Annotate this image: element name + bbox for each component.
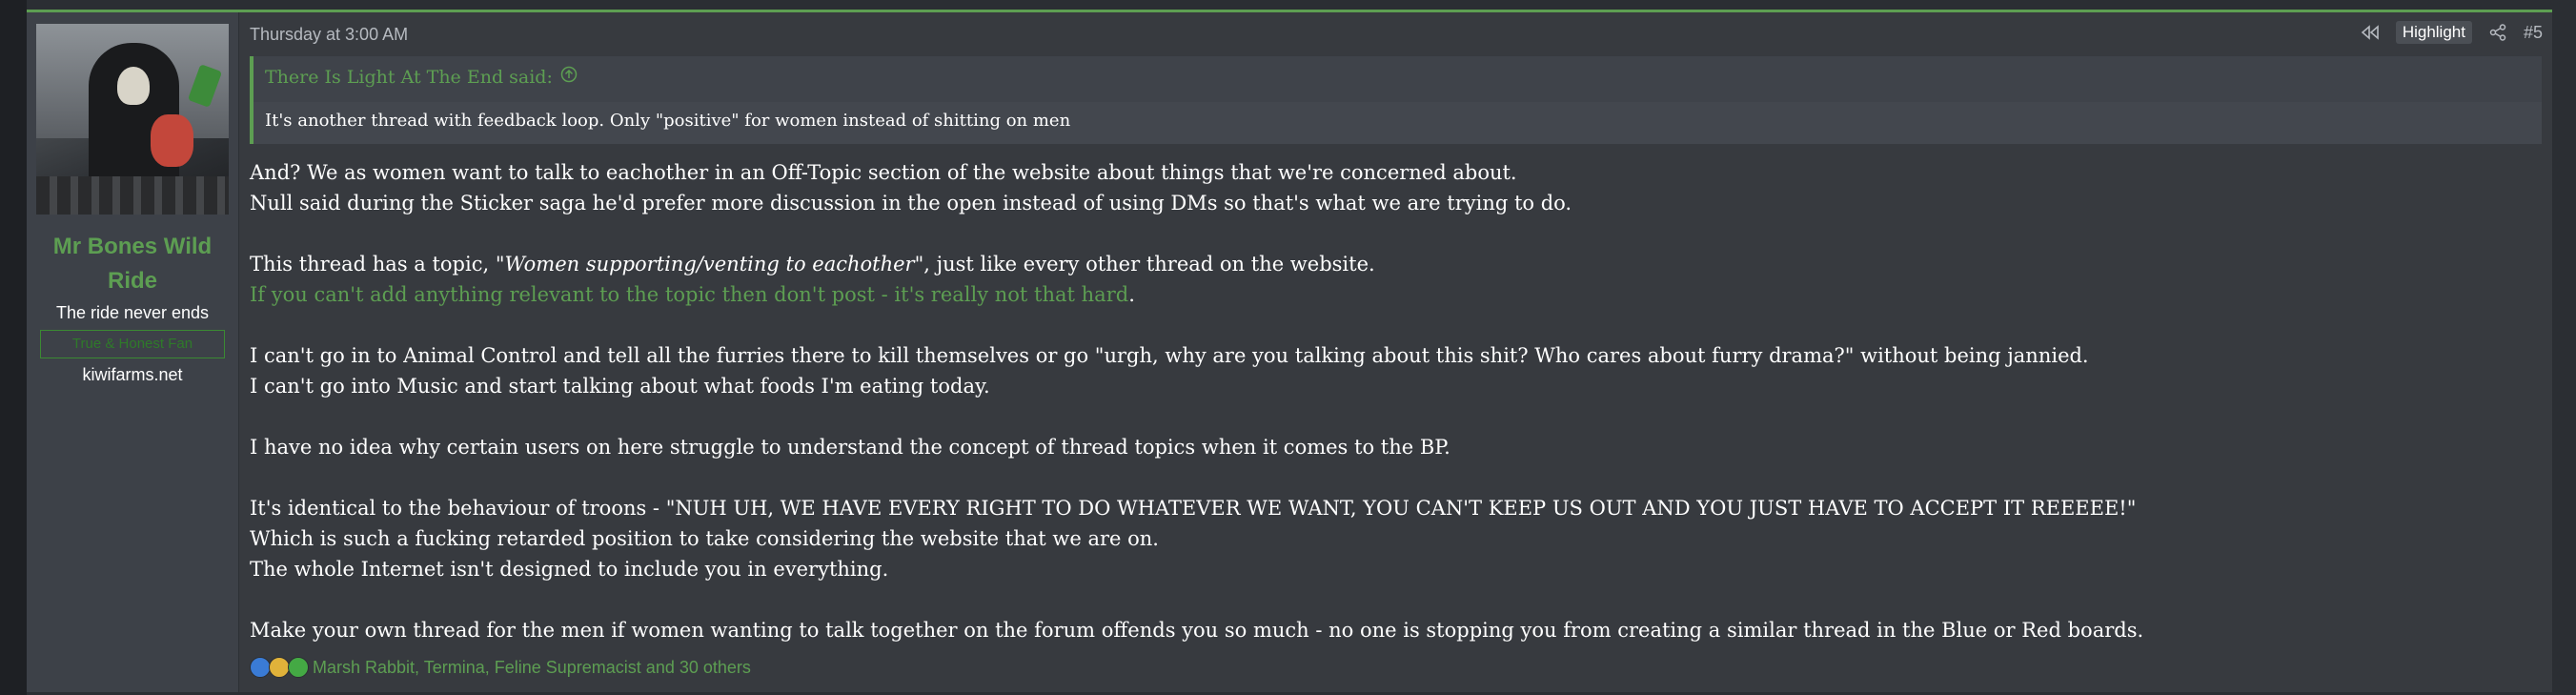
post-actions: Highlight #5 — [2360, 21, 2543, 44]
forum-post: Mr Bones Wild Ride The ride never ends T… — [27, 10, 2552, 692]
reactions-list-link[interactable]: Marsh Rabbit, Termina, Feline Supremacis… — [313, 658, 751, 678]
username[interactable]: Mr Bones Wild Ride — [27, 230, 238, 298]
arrow-up-circle-icon[interactable] — [560, 66, 578, 88]
post-number-link[interactable]: #5 — [2524, 23, 2543, 43]
message-line: I can't go in to Animal Control and tell… — [250, 344, 2089, 367]
user-title: The ride never ends — [55, 303, 210, 322]
quote-block: There Is Light At The End said: It's ano… — [250, 56, 2542, 144]
message-italic: Women supporting/venting to eachother — [504, 253, 915, 276]
user-sidebar: Mr Bones Wild Ride The ride never ends T… — [27, 12, 239, 692]
message-line: It's identical to the behaviour of troon… — [250, 497, 2137, 520]
page-left-strip — [0, 0, 27, 695]
message-line: This thread has a topic, "Women supporti… — [250, 249, 2542, 279]
avatar[interactable] — [36, 24, 229, 215]
winner-icon — [269, 657, 290, 678]
like-icon — [250, 657, 271, 678]
avatar-red-detail — [151, 114, 193, 167]
avatar-skull — [117, 67, 150, 105]
message-line: And? We as women want to talk to eachoth… — [250, 161, 1517, 184]
avatar-crowd — [36, 176, 229, 215]
share-icon[interactable] — [2487, 22, 2508, 43]
message-line: Which is such a fucking retarded positio… — [250, 527, 1159, 550]
quote-header: There Is Light At The End said: — [265, 66, 578, 88]
user-site: kiwifarms.net — [82, 365, 183, 384]
message-text: This thread has a topic, " — [250, 253, 505, 276]
message-line: Null said during the Sticker saga he'd p… — [250, 192, 1572, 215]
post-date[interactable]: Thursday at 3:00 AM — [250, 25, 408, 45]
message-line: Make your own thread for the men if wome… — [250, 619, 2144, 642]
message-line: I can't go into Music and start talking … — [250, 375, 990, 398]
message-text: ", just like every other thread on the w… — [914, 253, 1375, 276]
user-badge: True & Honest Fan — [40, 330, 225, 358]
quote-body: It's another thread with feedback loop. … — [265, 111, 1071, 131]
post-message: And? We as women want to talk to eachoth… — [250, 157, 2542, 645]
agree-icon — [288, 657, 309, 678]
message-line: If you can't add anything relevant to th… — [250, 279, 2542, 310]
message-line: I have no idea why certain users on here… — [250, 436, 1450, 459]
green-text: If you can't add anything relevant to th… — [250, 283, 1129, 306]
quote-author[interactable]: There Is Light At The End said: — [265, 67, 553, 88]
post-main: Thursday at 3:00 AM Highlight #5 There I… — [238, 12, 2552, 692]
reactions-bar: Marsh Rabbit, Termina, Feline Supremacis… — [250, 657, 751, 678]
rewind-icon[interactable] — [2360, 22, 2381, 43]
reaction-icons[interactable] — [250, 657, 309, 678]
highlight-button[interactable]: Highlight — [2395, 21, 2472, 44]
message-line: The whole Internet isn't designed to inc… — [250, 558, 889, 581]
message-text: . — [1128, 283, 1135, 306]
